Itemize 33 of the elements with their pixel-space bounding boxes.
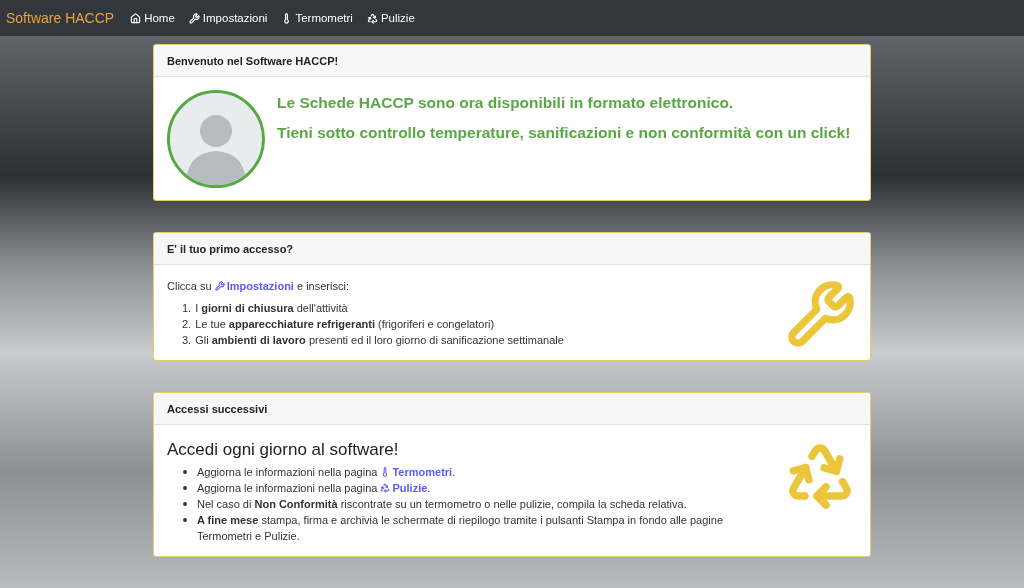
page-link[interactable]: Impostazioni	[214, 278, 294, 294]
list-item-text: Nel caso di Non Conformità riscontrate su un termometro o nelle pulizie, compila la scheda relativa.	[197, 497, 687, 512]
list-number: 2.	[182, 317, 192, 332]
recycle-icon	[380, 483, 391, 493]
recycle-icon	[366, 12, 378, 24]
card-title: E' il tuo primo accesso?	[154, 233, 870, 265]
list-item-text: A fine mese stampa, firma e archivia le schermate di riepilogo tramite i pulsanti Stampa in fondo alle pagine Termometri e Pulizie.	[197, 513, 725, 544]
list-item-text: Aggiorna le informazioni nella pagina Termometri.	[197, 464, 456, 480]
nav-link[interactable]: Home	[130, 12, 175, 24]
section-heading: Accedi ogni giorno al software!	[167, 440, 400, 460]
large-wrench-icon	[786, 279, 856, 349]
intro-text: Clicca su Impostazioni e inserisci:	[167, 278, 350, 294]
list-item-text: Gli ambienti di lavoro presenti ed il loro giorno di sanificazione settimanale	[195, 333, 564, 348]
nav-link[interactable]: Termometri	[281, 12, 353, 24]
bullet-icon	[183, 486, 187, 490]
headline-text: Tieni sotto controllo temperature, sanificazioni e non conformità con un click!	[277, 124, 851, 142]
list-number: 1.	[182, 301, 192, 316]
nav-link[interactable]: Pulizie	[366, 12, 415, 24]
list-item-text: I giorni di chiusura dell'attività	[195, 301, 348, 316]
card-title: Accessi successivi	[154, 393, 870, 425]
bullet-icon	[183, 518, 187, 522]
wrench-icon	[214, 281, 225, 291]
headline-text: Le Schede HACCP sono ora disponibili in formato elettronico.	[277, 94, 735, 112]
list-item-text: Le tue apparecchiature refrigeranti (frigoriferi e congelatori)	[195, 317, 495, 332]
card-title: Benvenuto nel Software HACCP!	[154, 45, 870, 77]
list-item-text: Aggiorna le informazioni nella pagina Pulizie.	[197, 480, 431, 496]
brand-link[interactable]: Software HACCP	[6, 10, 115, 26]
bullet-icon	[183, 470, 187, 474]
bullet-icon	[183, 502, 187, 506]
wrench-icon	[188, 12, 200, 24]
home-icon	[130, 12, 142, 24]
nav-link[interactable]: Impostazioni	[188, 12, 268, 24]
list-number: 3.	[182, 333, 192, 348]
